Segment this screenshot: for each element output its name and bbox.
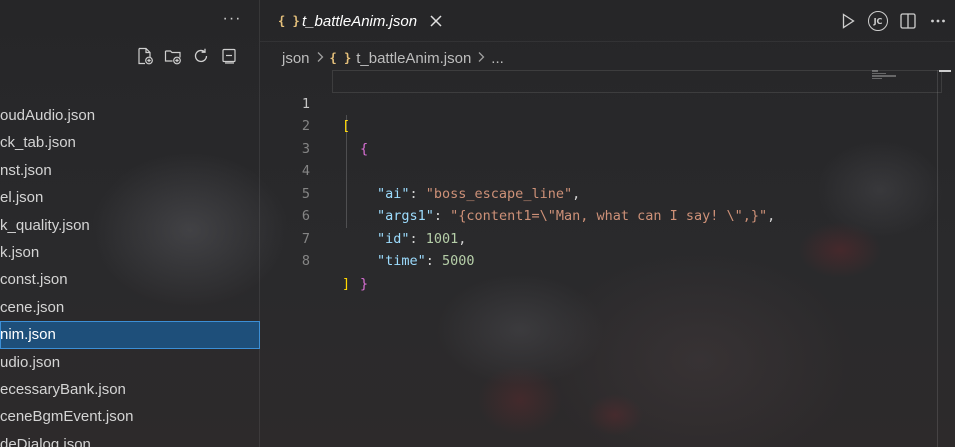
json-key: "time" <box>377 253 426 269</box>
code-line-1: 1 [ <box>302 70 942 134</box>
file-item[interactable]: ecessaryBank.json <box>0 376 260 403</box>
colon: : <box>425 253 443 269</box>
json-file-icon: { } <box>329 51 352 65</box>
brace: } <box>360 275 369 292</box>
code-line-4: 4 "args1": "{content1=\"Man, what can I … <box>260 137 910 224</box>
code-line-5: 5 "id": 1001, <box>260 160 910 247</box>
file-item[interactable]: cene.json <box>0 294 260 321</box>
tab-t-battleanim-json[interactable]: { } t_battleAnim.json <box>260 0 460 42</box>
code-line-3: 3 "ai": "boss_escape_line", <box>260 115 910 202</box>
refresh-icon[interactable] <box>190 45 212 67</box>
tab-label: t_battleAnim.json <box>302 12 418 30</box>
chevron-right-icon <box>476 50 486 66</box>
collapse-all-icon[interactable] <box>218 45 240 67</box>
explorer-toolbar <box>134 45 240 67</box>
editor-tab-bar: { } t_battleAnim.json JC <box>260 0 955 42</box>
more-actions-icon[interactable]: ··· <box>222 9 242 29</box>
file-item[interactable]: el.json <box>0 184 260 211</box>
file-item[interactable]: nim.json <box>0 321 260 349</box>
breadcrumb-ellipsis[interactable]: ... <box>491 50 504 67</box>
vertical-scrollbar-track[interactable] <box>937 70 938 447</box>
code-line-2: 2 { <box>260 93 910 157</box>
bracket: ] <box>342 275 351 292</box>
scrollbar-position-marker <box>939 70 951 72</box>
avatar: JC <box>868 11 888 31</box>
breadcrumb-file[interactable]: t_battleAnim.json <box>356 50 471 67</box>
file-item[interactable]: k_quality.json <box>0 212 260 239</box>
more-actions-icon[interactable] <box>927 10 949 32</box>
split-editor-icon[interactable] <box>897 10 919 32</box>
new-file-icon[interactable] <box>134 45 156 67</box>
code-editor[interactable]: 1 [ 2 { 3 "ai": "boss_escape_line", 4 "a… <box>260 70 942 447</box>
minimap[interactable] <box>872 70 902 82</box>
file-item[interactable]: const.json <box>0 266 260 293</box>
account-badge[interactable]: JC <box>867 10 889 32</box>
chevron-right-icon <box>315 50 325 66</box>
editor-actions: JC <box>837 10 949 32</box>
file-item[interactable]: k.json <box>0 239 260 266</box>
line-number: 8 <box>301 253 310 269</box>
file-item[interactable]: deDialog.json <box>0 431 260 447</box>
file-item[interactable]: ceneBgmEvent.json <box>0 403 260 430</box>
file-item[interactable]: udio.json <box>0 349 260 376</box>
new-folder-icon[interactable] <box>162 45 184 67</box>
explorer-sidebar: ··· oudAudio.json ck_tab.json nst.json el.j <box>0 0 260 447</box>
run-icon[interactable] <box>837 10 859 32</box>
breadcrumb-folder[interactable]: json <box>282 50 310 67</box>
file-item[interactable]: ck_tab.json <box>0 129 260 156</box>
file-item[interactable]: nst.json <box>0 157 260 184</box>
json-number-value: 5000 <box>442 253 475 269</box>
breadcrumb: json { } t_battleAnim.json ... <box>282 46 504 70</box>
code-line-7: 7 } <box>260 205 910 292</box>
code-line-6: 6 "time": 5000 <box>260 182 910 269</box>
code-line-8: 8 ] <box>260 228 910 292</box>
file-item[interactable]: oudAudio.json <box>0 102 260 129</box>
close-icon[interactable] <box>427 12 445 30</box>
json-file-icon: { } <box>278 14 300 28</box>
file-tree: oudAudio.json ck_tab.json nst.json el.json k… <box>0 102 260 447</box>
